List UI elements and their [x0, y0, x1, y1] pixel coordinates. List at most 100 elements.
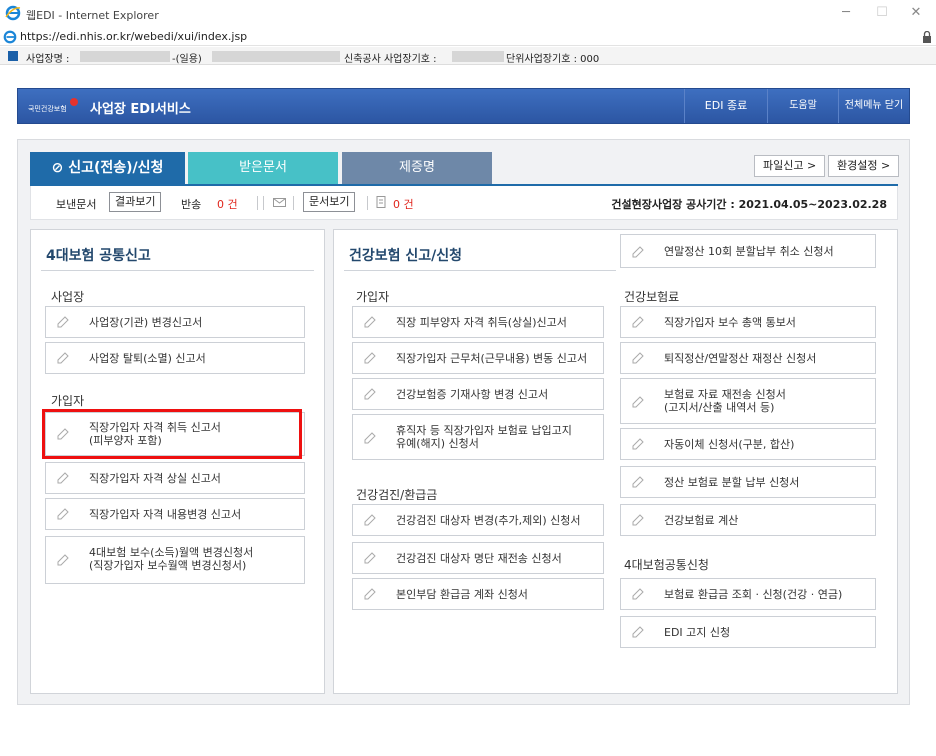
pen-icon — [632, 514, 644, 526]
panel-title: 4대보험 공통신고 — [46, 248, 151, 264]
section-label: 건강검진/환급금 — [356, 488, 438, 502]
pen-icon — [632, 316, 644, 328]
item-label: (고지서/산출 내역서 등) — [664, 401, 775, 414]
section-label: 가입자 — [356, 290, 390, 304]
list-item[interactable]: 자동이체 신청서(구분, 합산) — [620, 428, 876, 460]
list-item[interactable]: EDI 고지 신청 — [620, 616, 876, 648]
list-item[interactable]: 직장가입자 자격 상실 신고서 — [45, 462, 305, 494]
business-info-bar: 사업장명 : -(일용) 신축공사 사업장기호 : 단위사업장기호 : 000 — [0, 47, 936, 65]
pen-icon — [364, 588, 376, 600]
list-item[interactable]: 건강보험료 계산 — [620, 504, 876, 536]
list-item[interactable]: 직장 피부양자 자격 취득(상실)신고서 — [352, 306, 604, 338]
list-item[interactable]: 직장가입자 근무처(근무내용) 변동 신고서 — [352, 342, 604, 374]
item-label: 연말정산 10회 분할납부 취소 신청서 — [664, 245, 834, 258]
biz-name-suffix: -(일용) — [172, 54, 202, 65]
pen-icon — [632, 396, 644, 408]
status-row: 보낸문서 결과보기 반송 0 건 문서보기 0 건 건설현장사업장 공사기간 :… — [30, 186, 898, 220]
minimize-button[interactable]: ─ — [826, 2, 866, 24]
health-insurance-panel: 건강보험 신고/신청 연말정산 10회 분할납부 취소 신청서 가입자 직장 피… — [333, 229, 898, 694]
close-all-menu-button[interactable]: 전체메뉴 닫기 — [839, 89, 909, 123]
pen-icon — [364, 552, 376, 564]
pen-icon — [364, 316, 376, 328]
construction-period: 건설현장사업장 공사기간 : 2021.04.05~2023.02.28 — [611, 198, 887, 211]
item-label: (직장가입자 보수월액 변경신청서) — [89, 559, 247, 572]
tab-certificate[interactable]: 제증명 — [342, 152, 492, 184]
list-item[interactable]: 직장가입자 자격 내용변경 신고서 — [45, 498, 305, 530]
address-bar[interactable]: https://edi.nhis.or.kr/webedi/xui/index.… — [0, 28, 936, 46]
return-count[interactable]: 0 건 — [217, 196, 238, 212]
pen-icon — [364, 432, 376, 444]
doc-count[interactable]: 0 건 — [393, 196, 414, 212]
url-text[interactable]: https://edi.nhis.or.kr/webedi/xui/index.… — [20, 30, 247, 43]
list-item[interactable]: 사업장 탈퇴(소멸) 신고서 — [45, 342, 305, 374]
list-item[interactable]: 본인부담 환급금 계좌 신청서 — [352, 578, 604, 610]
pen-icon — [632, 246, 644, 258]
logo-text: 국민건강보험 — [28, 104, 67, 113]
pen-icon — [57, 316, 69, 328]
common-report-panel: 4대보험 공통신고 사업장 사업장(기관) 변경신고서 사업장 탈퇴(소멸) 신… — [30, 229, 325, 694]
item-label: 사업장 탈퇴(소멸) 신고서 — [89, 352, 206, 365]
app-header: 국민건강보험 사업장 EDI서비스 EDI 종료 도움말 전체메뉴 닫기 — [17, 88, 910, 124]
env-settings-button[interactable]: 환경설정 > — [828, 155, 900, 177]
result-view-button[interactable]: 결과보기 — [109, 192, 162, 212]
pen-icon — [632, 588, 644, 600]
pen-icon — [632, 438, 644, 450]
item-label: 퇴직정산/연말정산 재정산 신청서 — [664, 352, 817, 365]
item-label: 자동이체 신청서(구분, 합산) — [664, 438, 795, 451]
section-label: 4대보험공통신청 — [624, 558, 709, 572]
file-report-button[interactable]: 파일신고 > — [754, 155, 826, 177]
pen-icon — [57, 508, 69, 520]
list-item[interactable]: 보험료 자료 재전송 신청서 (고지서/산출 내역서 등) — [620, 378, 876, 424]
tab-received-docs[interactable]: 받은문서 — [188, 152, 338, 184]
item-label: 건강검진 대상자 변경(추가,제외) 신청서 — [396, 514, 581, 527]
highlight-box — [42, 409, 302, 459]
ie-logo-icon — [5, 5, 21, 21]
list-item[interactable]: 4대보험 보수(소득)월액 변경신청서 (직장가입자 보수월액 변경신청서) — [45, 536, 305, 584]
list-item[interactable]: 보험료 환급금 조회 · 신청(건강 · 연금) — [620, 578, 876, 610]
ie-page-icon — [3, 30, 17, 44]
list-item[interactable]: 직장가입자 보수 총액 통보서 — [620, 306, 876, 338]
list-item[interactable]: 정산 보험료 분할 납부 신청서 — [620, 466, 876, 498]
list-item[interactable]: 사업장(기관) 변경신고서 — [45, 306, 305, 338]
item-label: 4대보험 보수(소득)월액 변경신청서 — [89, 546, 254, 559]
edi-end-button[interactable]: EDI 종료 — [685, 89, 767, 123]
item-label: 본인부담 환급금 계좌 신청서 — [396, 588, 528, 601]
item-label: 사업장(기관) 변경신고서 — [89, 316, 203, 329]
divider — [293, 196, 294, 210]
tab-report[interactable]: ⊘ 신고(전송)/신청 — [30, 152, 185, 184]
pen-icon — [57, 472, 69, 484]
envelope-icon — [273, 198, 286, 207]
pen-icon — [364, 352, 376, 364]
item-label: 직장가입자 자격 내용변경 신고서 — [89, 508, 242, 521]
section-label: 사업장 — [51, 290, 85, 304]
list-item[interactable]: 퇴직정산/연말정산 재정산 신청서 — [620, 342, 876, 374]
close-window-button[interactable]: ✕ — [896, 2, 936, 24]
window-title: 웹EDI - Internet Explorer — [26, 9, 159, 22]
main-content: ⊘ 신고(전송)/신청 받은문서 제증명 파일신고 > 환경설정 > 보낸문서 … — [17, 139, 910, 705]
divider — [263, 196, 264, 210]
title-divider — [41, 270, 314, 271]
section-label: 건강보험료 — [624, 290, 680, 304]
list-item[interactable]: 건강검진 대상자 명단 재전송 신청서 — [352, 542, 604, 574]
app-title: 사업장 EDI서비스 — [90, 102, 191, 117]
pen-icon — [632, 626, 644, 638]
item-label: 직장 피부양자 자격 취득(상실)신고서 — [396, 316, 567, 329]
list-item[interactable]: 건강보험증 기재사항 변경 신고서 — [352, 378, 604, 410]
unit-label: 단위사업장기호 : 000 — [506, 54, 600, 65]
item-label: 직장가입자 자격 상실 신고서 — [89, 472, 221, 485]
help-button[interactable]: 도움말 — [768, 89, 838, 123]
masked-value — [452, 51, 504, 62]
lock-icon — [923, 31, 931, 43]
title-divider — [344, 270, 616, 271]
pen-icon — [632, 352, 644, 364]
item-label: 정산 보험료 분할 납부 신청서 — [664, 476, 800, 489]
doc-view-button[interactable]: 문서보기 — [303, 192, 356, 212]
list-item[interactable]: 건강검진 대상자 변경(추가,제외) 신청서 — [352, 504, 604, 536]
item-label: 건강보험증 기재사항 변경 신고서 — [396, 388, 549, 401]
list-item[interactable]: 휴직자 등 직장가입자 보험료 납입고지 유예(해지) 신청서 — [352, 414, 604, 460]
top-action-item[interactable]: 연말정산 10회 분할납부 취소 신청서 — [620, 234, 876, 268]
window-titlebar: 웹EDI - Internet Explorer ─ ☐ ✕ — [0, 0, 936, 28]
item-label: EDI 고지 신청 — [664, 626, 731, 639]
item-label: 직장가입자 보수 총액 통보서 — [664, 316, 796, 329]
item-label: 건강검진 대상자 명단 재전송 신청서 — [396, 552, 562, 565]
